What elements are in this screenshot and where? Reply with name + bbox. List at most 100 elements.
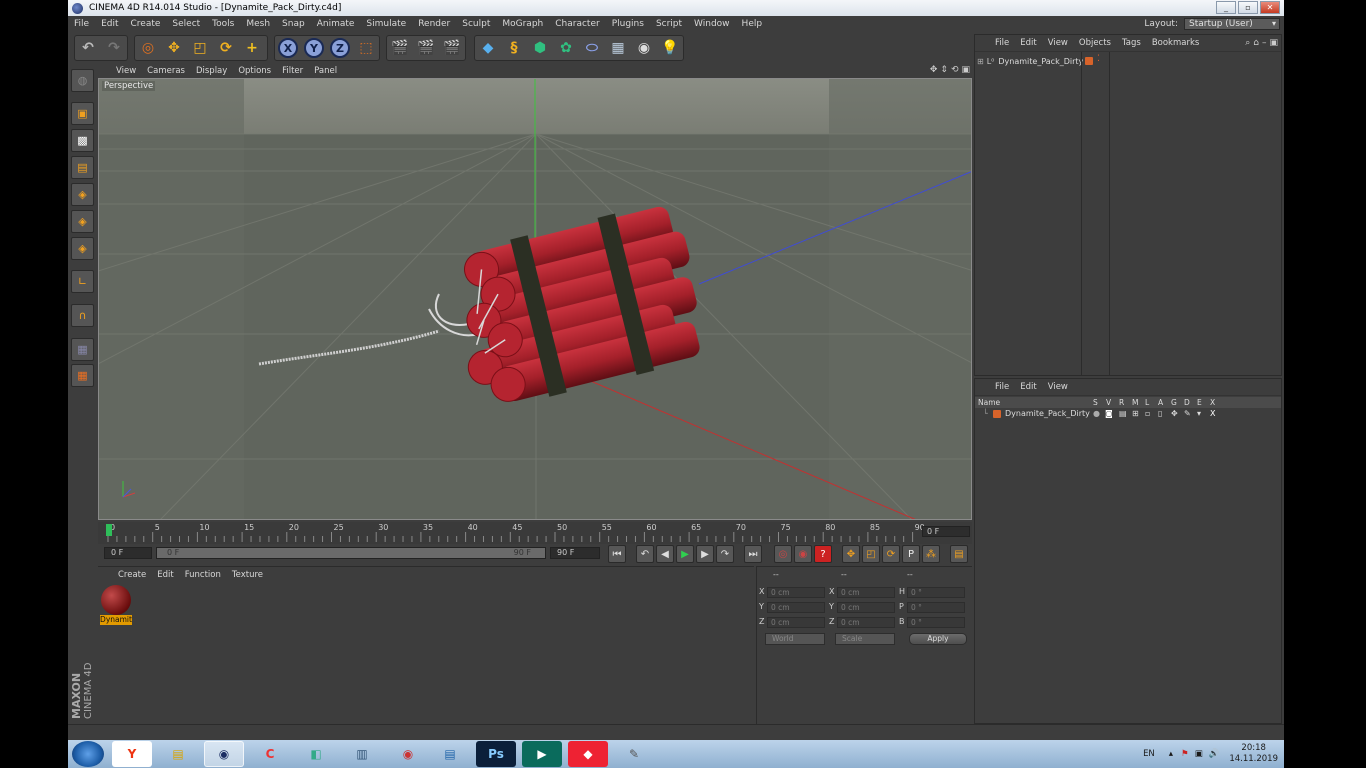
vp-menu-view[interactable]: View — [116, 66, 136, 76]
mat-menu-texture[interactable]: Texture — [232, 570, 263, 580]
menu-animate[interactable]: Animate — [317, 19, 355, 29]
rotate-icon[interactable]: ⟳ — [214, 36, 238, 60]
vp-menu-display[interactable]: Display — [196, 66, 227, 76]
layer-name[interactable]: Dynamite_Pack_Dirty — [1005, 409, 1090, 418]
x-axis-lock-button[interactable]: X — [276, 36, 300, 60]
mat-menu-create[interactable]: Create — [118, 570, 146, 580]
spline-icon[interactable]: § — [502, 36, 526, 60]
vp-menu-cameras[interactable]: Cameras — [147, 66, 185, 76]
layer-menu-edit[interactable]: Edit — [1020, 382, 1036, 392]
vp-menu-panel[interactable]: Panel — [314, 66, 337, 76]
menu-simulate[interactable]: Simulate — [366, 19, 406, 29]
maximize-panel-icon[interactable]: ▣ — [1269, 38, 1278, 48]
vp-maximize-icon[interactable]: ▣ — [961, 65, 970, 75]
paint-app-icon[interactable]: ✎ — [614, 741, 654, 767]
menu-mesh[interactable]: Mesh — [246, 19, 270, 29]
world-dropdown[interactable]: World — [765, 633, 825, 645]
material-swatch[interactable]: Dynamit — [100, 585, 132, 625]
move-icon[interactable]: ✥ — [162, 36, 186, 60]
render-settings-icon[interactable]: 🎬 — [440, 36, 464, 60]
home-icon[interactable]: ⌂ — [1253, 38, 1259, 48]
snap-magnet-icon[interactable]: ∩ — [71, 304, 94, 327]
floor-icon[interactable]: ▦ — [606, 36, 630, 60]
model-mode-icon[interactable]: ▣ — [71, 102, 94, 125]
current-frame-field[interactable]: 0 F — [922, 526, 970, 537]
menu-edit[interactable]: Edit — [101, 19, 118, 29]
menu-mograph[interactable]: MoGraph — [502, 19, 543, 29]
cube-icon[interactable]: ◆ — [476, 36, 500, 60]
previous-key-icon[interactable]: ↶ — [636, 545, 654, 563]
maximize-button[interactable]: ▫ — [1238, 1, 1258, 14]
obj-menu-file[interactable]: File — [995, 38, 1009, 48]
workplane-mode-icon[interactable]: ▤ — [71, 156, 94, 179]
scale-dropdown[interactable]: Scale — [835, 633, 895, 645]
rot-h-field[interactable]: 0 ° — [907, 587, 965, 598]
deformer-icon[interactable]: ⬭ — [580, 36, 604, 60]
language-indicator[interactable]: EN — [1143, 749, 1155, 759]
layer-row[interactable]: └ Dynamite_Pack_Dirty ● ◙ ▤ ⊞ ▫ ▯ ✥ ✎ ▾ … — [975, 409, 1281, 420]
scale-icon[interactable]: ◰ — [188, 36, 212, 60]
menu-select[interactable]: Select — [172, 19, 200, 29]
timeline-playhead[interactable] — [106, 524, 112, 536]
menu-window[interactable]: Window — [694, 19, 730, 29]
visibility-dots-icon[interactable]: ⁚ — [1097, 54, 1100, 64]
go-to-end-icon[interactable]: ⏭ — [744, 545, 762, 563]
layer-menu-file[interactable]: File — [995, 382, 1009, 392]
camera-icon[interactable]: ◉ — [632, 36, 656, 60]
key-rotation-icon[interactable]: ⟳ — [882, 545, 900, 563]
menu-tools[interactable]: Tools — [212, 19, 234, 29]
timeline-ruler[interactable]: 0 5 10 15 20 25 30 35 40 45 50 55 60 65 70 75 80 85 90 0 F — [98, 522, 972, 544]
z-axis-lock-button[interactable]: Z — [328, 36, 352, 60]
document-app-icon[interactable]: ▥ — [342, 741, 382, 767]
obj-menu-bookmarks[interactable]: Bookmarks — [1152, 38, 1200, 48]
layer-menu-view[interactable]: View — [1048, 382, 1068, 392]
size-x-field[interactable]: 0 cm — [837, 587, 895, 598]
obj-menu-edit[interactable]: Edit — [1020, 38, 1036, 48]
make-editable-icon[interactable]: ◍ — [71, 69, 94, 92]
key-scale-icon[interactable]: ◰ — [862, 545, 880, 563]
vp-move-icon[interactable]: ✥ — [930, 65, 938, 75]
render-picture-viewer-icon[interactable]: 🎬 — [414, 36, 438, 60]
anydesk-icon[interactable]: ◆ — [568, 741, 608, 767]
mat-menu-edit[interactable]: Edit — [157, 570, 173, 580]
volume-icon[interactable]: 🔊 — [1209, 749, 1220, 759]
go-to-start-icon[interactable]: ⏮ — [608, 545, 626, 563]
key-parameter-icon[interactable]: P — [902, 545, 920, 563]
mograph-cloner-icon[interactable]: ✿ — [554, 36, 578, 60]
size-z-field[interactable]: 0 cm — [837, 617, 895, 628]
expressions-icon[interactable]: ▾ — [1197, 409, 1201, 418]
next-frame-icon[interactable]: ▶ — [696, 545, 714, 563]
close-button[interactable]: ✕ — [1260, 1, 1280, 14]
pos-z-field[interactable]: 0 cm — [767, 617, 825, 628]
size-y-field[interactable]: 0 cm — [837, 602, 895, 613]
live-selection-icon[interactable]: ◎ — [136, 36, 160, 60]
start-frame-field[interactable]: 0 F — [104, 547, 152, 559]
mat-menu-function[interactable]: Function — [185, 570, 221, 580]
play-icon[interactable]: ▶ — [676, 545, 694, 563]
edges-mode-icon[interactable]: ◈ — [71, 210, 94, 233]
keyframe-selection-icon[interactable]: ? — [814, 545, 832, 563]
timeline-window-icon[interactable]: ▤ — [950, 545, 968, 563]
add-icon[interactable]: + — [240, 36, 264, 60]
manager-icon[interactable]: ⊞ — [1132, 409, 1139, 418]
key-pla-icon[interactable]: ⁂ — [922, 545, 940, 563]
menu-script[interactable]: Script — [656, 19, 682, 29]
pos-x-field[interactable]: 0 cm — [767, 587, 825, 598]
menu-render[interactable]: Render — [418, 19, 450, 29]
light-icon[interactable]: 💡 — [658, 36, 682, 60]
file-explorer-icon[interactable]: ▤ — [158, 741, 198, 767]
redo-icon[interactable]: ↷ — [102, 36, 126, 60]
eye-app-icon[interactable]: ◉ — [388, 741, 428, 767]
points-mode-icon[interactable]: ◈ — [71, 183, 94, 206]
layout-dropdown[interactable]: Startup (User) — [1184, 17, 1280, 30]
menu-sculpt[interactable]: Sculpt — [462, 19, 490, 29]
rot-b-field[interactable]: 0 ° — [907, 617, 965, 628]
menu-snap[interactable]: Snap — [282, 19, 305, 29]
network-icon[interactable]: ▣ — [1195, 749, 1203, 759]
obj-menu-tags[interactable]: Tags — [1122, 38, 1141, 48]
vp-menu-filter[interactable]: Filter — [282, 66, 303, 76]
object-name[interactable]: Dynamite_Pack_Dirty — [998, 57, 1083, 66]
subdivision-icon[interactable]: ⬢ — [528, 36, 552, 60]
green-app-icon[interactable]: ▶ — [522, 741, 562, 767]
vp-rotate-icon[interactable]: ⟲ — [951, 65, 959, 75]
